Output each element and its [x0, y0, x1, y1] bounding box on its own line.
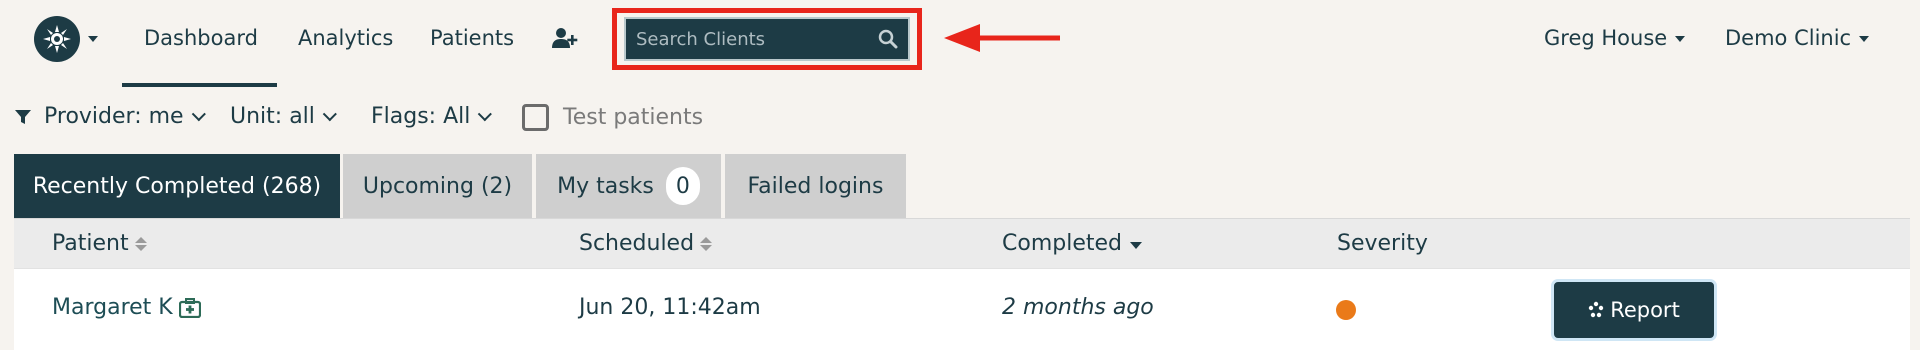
- search-icon[interactable]: [878, 29, 898, 49]
- table-header: Patient Scheduled Completed Severity: [14, 218, 1910, 268]
- nav-patients[interactable]: Patients: [430, 26, 514, 50]
- user-plus-icon: [552, 28, 578, 48]
- search-clients-input[interactable]: [636, 28, 878, 50]
- filter-icon: [15, 109, 31, 124]
- nav-analytics[interactable]: Analytics: [298, 26, 393, 50]
- clinic-name: Demo Clinic: [1725, 26, 1852, 50]
- tab-label: Upcoming (2): [362, 173, 513, 199]
- chevron-down-icon: [1675, 36, 1686, 42]
- tab-label: Failed logins: [747, 173, 884, 199]
- tab-upcoming[interactable]: Upcoming (2): [343, 154, 532, 218]
- nav-active-indicator: [122, 83, 277, 87]
- test-patients-toggle[interactable]: Test patients: [522, 104, 703, 131]
- clinic-menu[interactable]: Demo Clinic: [1725, 26, 1870, 50]
- chevron-down-icon: [1859, 36, 1870, 42]
- app-logo-menu[interactable]: [34, 16, 98, 62]
- tab-label: My tasks: [557, 173, 654, 199]
- report-icon: [1588, 301, 1604, 318]
- add-patient-button[interactable]: [552, 26, 578, 54]
- chevron-down-icon: [478, 106, 493, 121]
- chevron-down-icon: [191, 106, 206, 121]
- red-arrow-annotation: [944, 24, 1060, 52]
- sort-desc-icon: [1130, 242, 1142, 249]
- provider-filter[interactable]: Provider: me: [14, 104, 206, 129]
- unit-filter-label: Unit: all: [230, 104, 315, 129]
- table-row: Margaret K Jun 20, 11:42am 2 months ago …: [14, 268, 1910, 350]
- column-header-scheduled[interactable]: Scheduled: [579, 231, 713, 256]
- flags-filter-label: Flags: All: [371, 104, 471, 129]
- unit-filter[interactable]: Unit: all: [230, 104, 337, 129]
- completed-value: 2 months ago: [1002, 295, 1154, 320]
- column-header-completed[interactable]: Completed: [1002, 231, 1142, 256]
- patient-name: Margaret K: [52, 295, 173, 320]
- sort-icon: [700, 236, 713, 251]
- tab-my-tasks[interactable]: My tasks 0: [536, 154, 721, 218]
- column-label: Patient: [52, 231, 129, 256]
- test-patients-label: Test patients: [563, 105, 704, 130]
- user-name: Greg House: [1544, 26, 1668, 50]
- tab-failed-logins[interactable]: Failed logins: [725, 154, 906, 218]
- tab-label: Recently Completed (268): [32, 173, 322, 199]
- test-patients-checkbox[interactable]: [522, 104, 549, 131]
- tab-recently-completed[interactable]: Recently Completed (268): [14, 154, 340, 218]
- column-header-patient[interactable]: Patient: [52, 231, 147, 256]
- nav-dashboard[interactable]: Dashboard: [144, 26, 258, 50]
- app-logo-icon: [34, 16, 80, 62]
- chevron-down-icon: [88, 36, 98, 42]
- report-button[interactable]: Report: [1554, 282, 1714, 338]
- column-label: Severity: [1337, 231, 1428, 256]
- search-clients-box[interactable]: [624, 17, 910, 61]
- sort-icon: [134, 236, 147, 251]
- provider-filter-label: Provider: me: [44, 104, 184, 129]
- filter-bar: Provider: me Unit: all Flags: All Test p…: [14, 104, 914, 138]
- report-button-label: Report: [1610, 298, 1680, 322]
- tasks-count-badge: 0: [665, 167, 700, 205]
- user-menu[interactable]: Greg House: [1544, 26, 1686, 50]
- column-label: Completed: [1002, 231, 1122, 256]
- column-header-severity: Severity: [1337, 231, 1428, 256]
- top-navbar: Dashboard Analytics Patients Greg House …: [0, 0, 1920, 88]
- scheduled-value: Jun 20, 11:42am: [579, 295, 761, 320]
- severity-indicator: [1336, 300, 1356, 320]
- flags-filter[interactable]: Flags: All: [371, 104, 493, 129]
- column-label: Scheduled: [579, 231, 695, 256]
- patient-link[interactable]: Margaret K: [52, 295, 201, 320]
- chevron-down-icon: [322, 106, 337, 121]
- medical-kit-icon: [178, 297, 201, 318]
